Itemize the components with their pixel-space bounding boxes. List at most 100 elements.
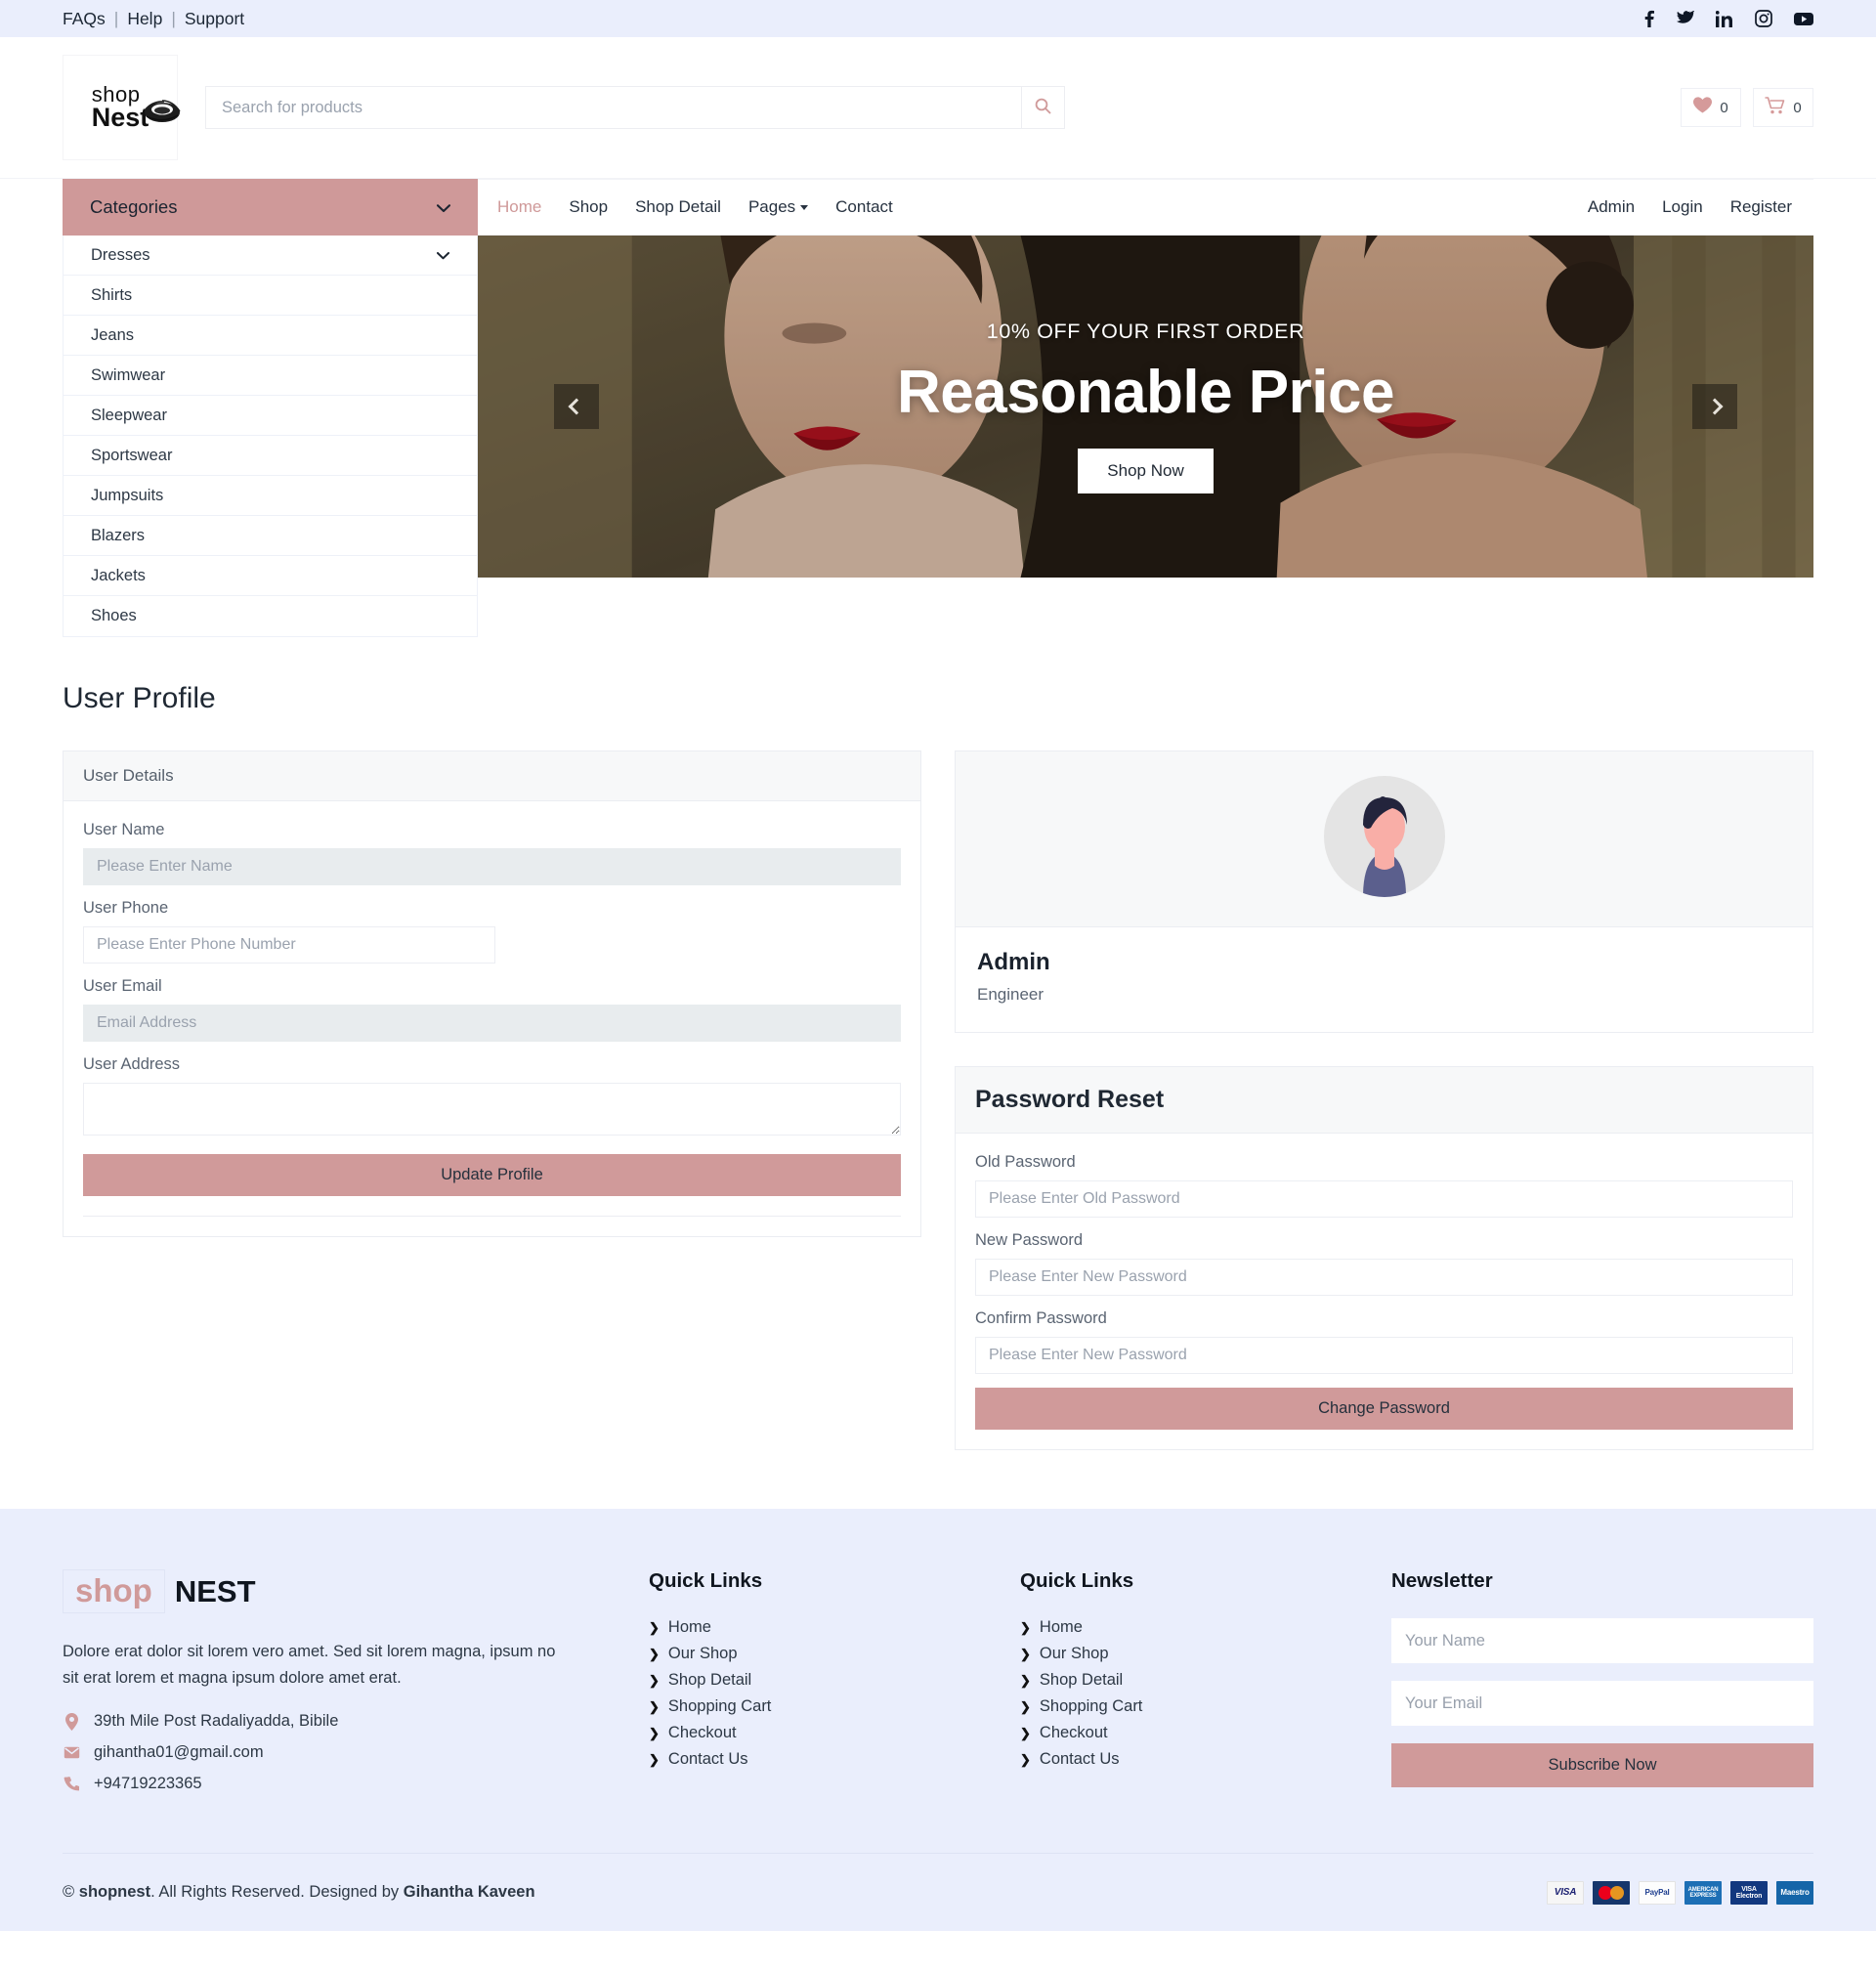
nav-item-register[interactable]: Register (1717, 197, 1806, 217)
nav-item-login[interactable]: Login (1648, 197, 1717, 217)
twitter-icon[interactable] (1677, 11, 1694, 26)
footer-link-home-2[interactable]: ❯ Home (1020, 1618, 1352, 1637)
site-logo[interactable]: shop Nest (63, 55, 181, 160)
logo-text-nest: Nest (91, 102, 149, 132)
user-address-textarea[interactable] (83, 1083, 901, 1136)
topbar-separator: | (113, 8, 119, 28)
nav-item-contact[interactable]: Contact (822, 197, 907, 217)
categories-toggle-label: Categories (90, 196, 178, 217)
hero-content: 10% OFF YOUR FIRST ORDER Reasonable Pric… (478, 236, 1813, 578)
footer-link-label: Contact Us (1039, 1750, 1120, 1768)
category-item-swimwear[interactable]: Swimwear (64, 356, 477, 396)
old-password-input[interactable] (975, 1180, 1793, 1218)
category-item-jumpsuits[interactable]: Jumpsuits (64, 476, 477, 516)
topbar-link-help[interactable]: Help (127, 9, 162, 29)
shop-now-button[interactable]: Shop Now (1078, 449, 1214, 493)
visa-electron-icon: VISA Electron (1730, 1880, 1768, 1905)
category-item-jeans[interactable]: Jeans (64, 316, 477, 356)
footer-link-shopping-cart-1[interactable]: ❯ Shopping Cart (649, 1697, 981, 1716)
user-name-input[interactable] (83, 848, 901, 885)
category-item-shirts[interactable]: Shirts (64, 276, 477, 316)
footer-link-our-shop-1[interactable]: ❯ Our Shop (649, 1645, 981, 1663)
footer-contact-email-text: gihantha01@gmail.com (94, 1743, 264, 1762)
nav-item-home[interactable]: Home (484, 197, 555, 217)
footer-link-shop-detail-1[interactable]: ❯ Shop Detail (649, 1671, 981, 1690)
carousel-prev-button[interactable] (554, 384, 599, 429)
field-label-old-password: Old Password (975, 1153, 1076, 1171)
phone-icon (63, 1777, 80, 1792)
user-email-input[interactable] (83, 1005, 901, 1042)
field-old-password: Old Password (975, 1153, 1793, 1218)
profile-columns: User Details User Name User Phone User E… (63, 750, 1813, 1450)
user-phone-input[interactable] (83, 926, 495, 964)
category-item-blazers[interactable]: Blazers (64, 516, 477, 556)
chevron-right-icon: ❯ (1020, 1751, 1031, 1767)
confirm-password-input[interactable] (975, 1337, 1793, 1374)
footer-link-our-shop-2[interactable]: ❯ Our Shop (1020, 1645, 1352, 1663)
category-label: Dresses (91, 245, 150, 264)
user-details-column: User Details User Name User Phone User E… (63, 750, 921, 1237)
footer-link-label: Contact Us (667, 1750, 748, 1768)
footer-link-checkout-1[interactable]: ❯ Checkout (649, 1724, 981, 1742)
copyright-symbol: © (63, 1883, 75, 1902)
footer-link-contact-us-1[interactable]: ❯ Contact Us (649, 1750, 981, 1769)
category-item-dresses[interactable]: Dresses (64, 236, 477, 276)
field-new-password: New Password (975, 1231, 1793, 1296)
footer-link-contact-us-2[interactable]: ❯ Contact Us (1020, 1750, 1352, 1769)
change-password-button[interactable]: Change Password (975, 1388, 1793, 1430)
footer-link-label: Shopping Cart (667, 1697, 772, 1715)
visa-icon: VISA (1547, 1880, 1584, 1905)
subscribe-button[interactable]: Subscribe Now (1391, 1743, 1813, 1787)
nav-right-group: Admin Login Register (1574, 197, 1806, 217)
page-title: User Profile (63, 682, 216, 714)
user-profile-section: User Profile User Details User Name User… (0, 637, 1876, 1509)
card-divider (83, 1216, 901, 1217)
category-label: Jumpsuits (91, 486, 164, 504)
cart-icon (1765, 96, 1785, 119)
cart-button[interactable]: 0 (1753, 88, 1813, 127)
nav-item-pages[interactable]: Pages (735, 197, 822, 217)
nav-item-shop[interactable]: Shop (555, 197, 621, 217)
carousel-next-button[interactable] (1692, 384, 1737, 429)
chevron-right-icon: ❯ (649, 1672, 660, 1688)
footer-link-label: Checkout (1039, 1724, 1108, 1741)
search-input[interactable] (206, 87, 1021, 128)
site-footer: shop NEST Dolore erat dolor sit lorem ve… (0, 1509, 1876, 1932)
footer-link-shopping-cart-2[interactable]: ❯ Shopping Cart (1020, 1697, 1352, 1716)
chevron-right-icon: ❯ (649, 1725, 660, 1740)
chevron-right-icon: ❯ (649, 1751, 660, 1767)
update-profile-button[interactable]: Update Profile (83, 1154, 901, 1196)
topbar-link-faqs[interactable]: FAQs (63, 9, 106, 29)
instagram-icon[interactable] (1755, 10, 1772, 27)
category-item-sleepwear[interactable]: Sleepwear (64, 396, 477, 436)
field-user-name: User Name (83, 821, 901, 885)
newsletter-name-input[interactable] (1391, 1618, 1813, 1663)
footer-link-checkout-2[interactable]: ❯ Checkout (1020, 1724, 1352, 1742)
footer-columns: shop NEST Dolore erat dolor sit lorem ve… (63, 1569, 1813, 1853)
nav-item-admin[interactable]: Admin (1574, 197, 1648, 217)
chevron-down-icon (436, 196, 451, 218)
search-button[interactable] (1021, 87, 1064, 128)
facebook-icon[interactable] (1643, 10, 1655, 27)
category-item-shoes[interactable]: Shoes (64, 596, 477, 636)
category-label: Blazers (91, 526, 146, 544)
categories-toggle[interactable]: Categories (63, 179, 478, 236)
new-password-input[interactable] (975, 1259, 1793, 1296)
user-side-column: Admin Engineer Password Reset Old Passwo… (955, 750, 1813, 1450)
linkedin-icon[interactable] (1716, 10, 1733, 27)
social-links (1643, 10, 1813, 27)
footer-link-home-1[interactable]: ❯ Home (649, 1618, 981, 1637)
topbar-link-support[interactable]: Support (185, 9, 244, 29)
youtube-icon[interactable] (1794, 12, 1813, 26)
newsletter-email-input[interactable] (1391, 1681, 1813, 1726)
field-label-confirm-password: Confirm Password (975, 1309, 1107, 1327)
category-item-sportswear[interactable]: Sportswear (64, 436, 477, 476)
wishlist-button[interactable]: 0 (1681, 88, 1741, 127)
footer-logo[interactable]: shop NEST (63, 1569, 256, 1613)
footer-bottom-bar: © shopnest. All Rights Reserved. Designe… (63, 1853, 1813, 1931)
footer-link-label: Home (1039, 1618, 1083, 1636)
category-item-jackets[interactable]: Jackets (64, 556, 477, 596)
footer-contact-email: gihantha01@gmail.com (63, 1743, 610, 1762)
nav-item-shop-detail[interactable]: Shop Detail (621, 197, 735, 217)
footer-link-shop-detail-2[interactable]: ❯ Shop Detail (1020, 1671, 1352, 1690)
